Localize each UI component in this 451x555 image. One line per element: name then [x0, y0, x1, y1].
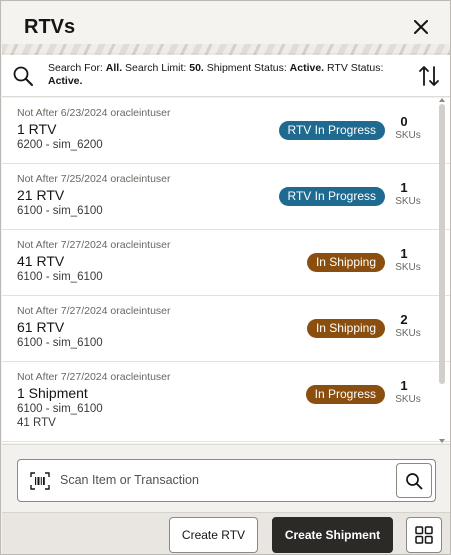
shipment-status-label: Shipment Status: [206, 62, 287, 74]
search-summary-bar[interactable]: Search For: All. Search Limit: 50. Shipm… [2, 55, 450, 97]
rtv-status-label: RTV Status: [327, 62, 384, 74]
item-name: 1 Shipment [17, 385, 88, 401]
scroll-up-arrow-icon[interactable] [439, 98, 445, 102]
scan-area: Scan Item or Transaction [2, 444, 450, 512]
scan-placeholder: Scan Item or Transaction [60, 473, 199, 487]
item-date: Not After 7/27/2024 oracleintuser [17, 239, 171, 251]
scroll-down-arrow-icon[interactable] [439, 439, 445, 443]
barcode-scan-icon [30, 472, 50, 490]
grid-icon [415, 526, 433, 544]
status-badge: RTV In Progress [278, 187, 385, 206]
item-store: 6100 - sim_6100 [17, 271, 103, 283]
search-limit-value: 50. [189, 62, 204, 74]
item-date: Not After 7/25/2024 oracleintuser [17, 173, 171, 185]
sku-count: 0 [400, 114, 408, 129]
status-badge: RTV In Progress [278, 121, 385, 140]
rtv-list: Not After 6/23/2024 oracleintuser 1 RTV … [2, 98, 450, 443]
scroll-thumb[interactable] [439, 104, 445, 384]
rtv-status-value: Active. [48, 75, 83, 87]
list-item[interactable]: Not After 7/27/2024 oracleintuser 61 RTV… [2, 296, 450, 362]
item-date: Not After 6/23/2024 oracleintuser [17, 107, 171, 119]
close-button[interactable] [409, 15, 433, 39]
search-for-label: Search For: [48, 62, 103, 74]
sort-icon[interactable] [417, 63, 441, 89]
item-store: 6100 - sim_6100 [17, 205, 103, 217]
search-limit-label: Search Limit: [125, 62, 187, 74]
item-name: 1 RTV [17, 121, 57, 137]
sku-label: SKUs [395, 394, 421, 405]
status-badge: In Shipping [306, 319, 385, 338]
item-store: 6100 - sim_6100 [17, 403, 103, 415]
close-icon [414, 20, 428, 34]
create-rtv-button[interactable]: Create RTV [169, 517, 258, 553]
shipment-status-value: Active. [289, 62, 325, 74]
item-name: 41 RTV [17, 253, 65, 269]
item-date: Not After 7/27/2024 oracleintuser [17, 371, 171, 383]
page-title: RTVs [24, 16, 76, 38]
item-name: 61 RTV [17, 319, 65, 335]
create-shipment-button[interactable]: Create Shipment [272, 517, 393, 553]
list-scrollbar[interactable] [438, 98, 446, 443]
search-for-value: All. [105, 62, 123, 74]
sku-label: SKUs [395, 196, 421, 207]
scan-search-button[interactable] [396, 463, 432, 498]
scan-input[interactable]: Scan Item or Transaction [17, 459, 436, 502]
sku-count: 1 [400, 180, 408, 195]
rtvs-panel: RTVs Search For: All. Search Limit: 50. … [0, 0, 451, 555]
list-item[interactable]: Not After 7/27/2024 oracleintuser 1 Ship… [2, 362, 450, 442]
sku-count: 1 [400, 378, 408, 393]
item-name: 21 RTV [17, 187, 65, 203]
item-related-rtv: 41 RTV [17, 417, 56, 429]
search-icon [406, 472, 423, 489]
list-item[interactable]: Not After 6/23/2024 oracleintuser 1 RTV … [2, 98, 450, 164]
item-store: 6200 - sim_6200 [17, 139, 103, 151]
sku-count: 1 [400, 246, 408, 261]
search-icon [13, 66, 33, 86]
status-badge: In Progress [305, 385, 385, 404]
list-item[interactable]: Not After 7/25/2024 oracleintuser 21 RTV… [2, 164, 450, 230]
sku-label: SKUs [395, 262, 421, 273]
search-criteria: Search For: All. Search Limit: 50. Shipm… [48, 62, 388, 88]
panel-header: RTVs [2, 2, 450, 56]
status-badge: In Shipping [306, 253, 385, 272]
grid-view-button[interactable] [406, 517, 442, 553]
sku-label: SKUs [395, 328, 421, 339]
list-item[interactable]: Not After 7/27/2024 oracleintuser 41 RTV… [2, 230, 450, 296]
footer-toolbar: Create RTV Create Shipment [2, 512, 450, 554]
sku-count: 2 [400, 312, 408, 327]
item-store: 6100 - sim_6100 [17, 337, 103, 349]
item-date: Not After 7/27/2024 oracleintuser [17, 305, 171, 317]
sku-label: SKUs [395, 130, 421, 141]
